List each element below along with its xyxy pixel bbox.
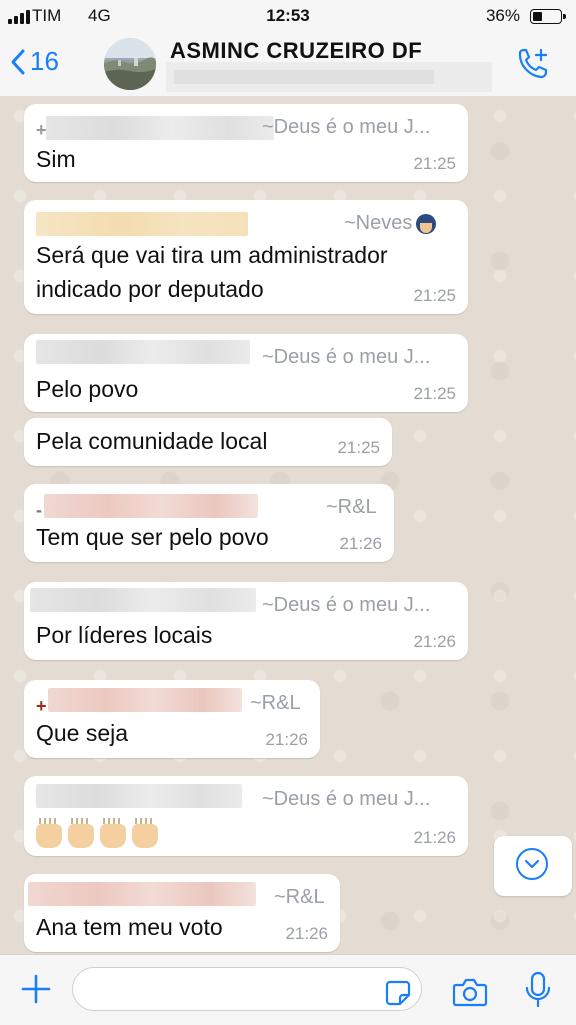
scroll-to-bottom-button[interactable] [494,836,572,896]
message-sender: ~R&L [250,692,301,714]
sticker-icon [385,980,411,1006]
redacted-phone-prefix: - [36,500,42,520]
message-time: 21:26 [285,924,328,943]
message-bubble[interactable]: + ~Deus é o meu J... Sim 21:25 [24,104,468,182]
back-chevron-icon [11,49,25,74]
message-bubble[interactable]: ~Deus é o meu J... 21:26 [24,776,468,856]
status-bar: TIM 4G 12:53 36% [0,0,576,32]
message-text: Sim [36,146,76,172]
sender-redacted [30,588,256,612]
message-bubble[interactable]: ~Neves Será que vai tira um administrado… [24,200,468,314]
message-sender-wrap: ~Neves [344,212,437,235]
message-text: indicado por deputado [36,276,264,302]
message-time: 21:26 [265,730,308,749]
message-time: 21:26 [339,534,382,553]
message-time: 21:25 [413,154,456,173]
back-button[interactable]: 16 [10,46,59,77]
group-avatar[interactable] [104,38,156,90]
message-sender: ~Deus é o meu J... [262,116,431,138]
message-sender: ~Deus é o meu J... [262,346,431,368]
message-text: Ana tem meu voto [36,914,223,940]
sticker-button[interactable] [384,979,412,1012]
message-sender: ~Deus é o meu J... [262,594,431,616]
chat-header: 16 ASMINC CRUZEIRO DF [0,32,576,97]
message-sender: ~R&L [326,496,377,518]
message-time: 21:25 [413,286,456,305]
message-bubble[interactable]: + ~R&L Que seja 21:26 [24,680,320,758]
message-sender: ~Neves [344,212,413,234]
sender-redacted [36,784,242,808]
message-sender: ~R&L [274,886,325,908]
message-time: 21:26 [413,828,456,847]
message-text: Por líderes locais [36,622,213,648]
chat-title[interactable]: ASMINC CRUZEIRO DF [170,38,422,64]
battery-icon [530,9,566,24]
message-text: Que seja [36,720,129,746]
redacted-phone-prefix: + [36,120,47,140]
camera-button[interactable] [452,977,488,1012]
message-bubble[interactable]: ~Deus é o meu J... Pelo povo 21:25 [24,334,468,412]
message-sender: ~Deus é o meu J... [262,788,431,810]
message-text: Pela comunidade local [36,428,268,454]
message-bubble[interactable]: Pela comunidade local 21:25 [24,418,392,466]
police-officer-icon [416,213,437,234]
battery-percent: 36% [485,6,520,25]
sender-redacted [36,340,250,364]
voice-message-button[interactable] [524,971,552,1014]
message-time: 21:25 [413,384,456,403]
message-bubble[interactable]: ~Deus é o meu J... Por líderes locais 21… [24,582,468,660]
sender-redacted [48,688,242,712]
back-unread-count: 16 [30,46,59,76]
message-text: Será que vai tira um administrador [36,242,388,268]
attach-button[interactable] [18,971,54,1012]
sender-redacted [36,212,248,236]
message-text: Tem que ser pelo povo [36,524,269,550]
message-bubble[interactable]: - ~R&L Tem que ser pelo povo 21:26 [24,484,394,562]
sender-redacted [28,882,256,906]
participants-redacted [166,62,492,92]
message-time: 21:25 [337,438,380,457]
camera-icon [452,978,488,1007]
add-call-icon [518,48,548,79]
chevron-down-icon [516,848,548,880]
sender-redacted [46,116,274,140]
plus-icon [21,974,51,1004]
mic-icon [525,971,551,1008]
message-bubble[interactable]: ~R&L Ana tem meu voto 21:26 [24,874,340,952]
message-time: 21:26 [413,632,456,651]
raised-hands-icon [36,818,158,848]
redacted-phone-prefix: + [36,696,47,716]
message-input[interactable] [72,967,422,1011]
sender-redacted [44,494,258,518]
add-call-button[interactable] [514,46,550,87]
message-input-bar [0,954,576,1025]
message-text: Pelo povo [36,376,139,402]
